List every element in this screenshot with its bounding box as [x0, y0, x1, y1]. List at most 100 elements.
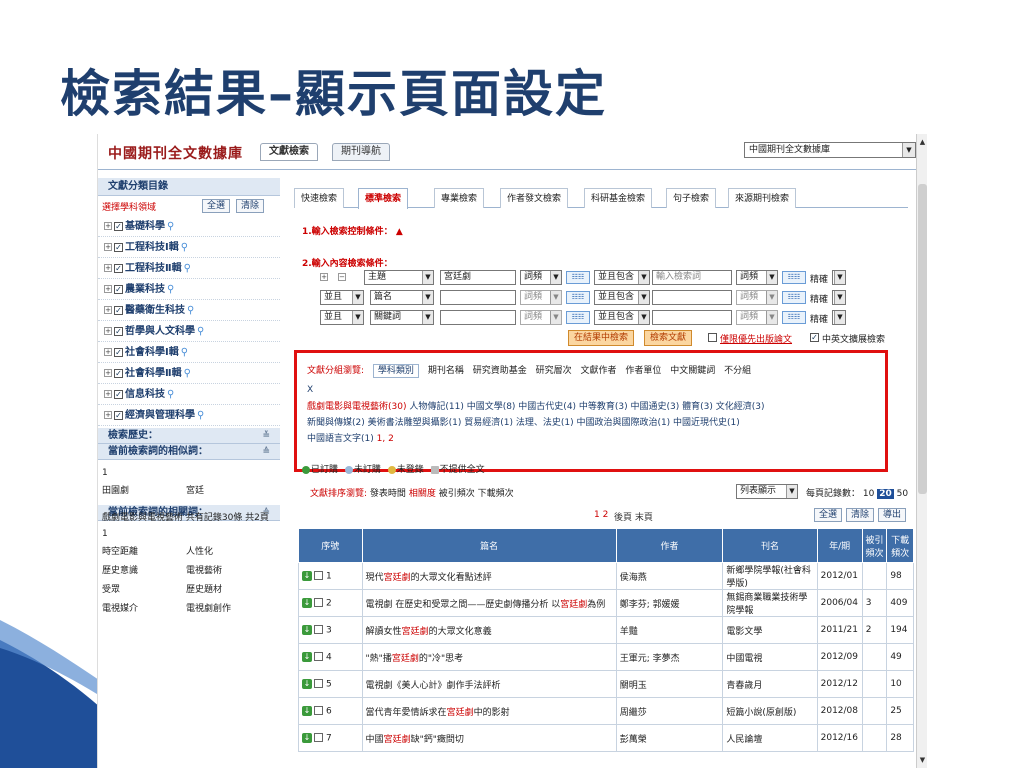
row-index: 3 [326, 625, 332, 636]
select-all-results-button[interactable]: 全選 [814, 508, 843, 522]
export-button[interactable]: 導出 [878, 508, 907, 522]
row-checkbox[interactable] [314, 733, 323, 743]
row-title-cell[interactable]: 現代宮廷劇的大眾文化看點述評 [361, 562, 617, 590]
table-row[interactable]: ↓ 1 現代宮廷劇的大眾文化看點述評 侯海燕 新鄉學院學報(社會科學版) 2012/01 9… [298, 562, 914, 590]
title-text[interactable]: 電視劇《美人心計》劇作手法評析 [366, 681, 501, 691]
title-text[interactable]: 中國 [366, 735, 384, 745]
row-checkbox[interactable] [314, 598, 323, 608]
title-highlight[interactable]: 宮廷劇 [560, 600, 587, 610]
table-row[interactable]: ↓ 7 中國宮廷劇缺"鈣"癥問切 彭萬榮 人民論壇 2012/16 28 [298, 724, 914, 752]
title-highlight[interactable]: 宮廷劇 [384, 573, 411, 583]
row-downloads: 49 [886, 643, 914, 671]
title-text[interactable]: 的大眾文化看點述評 [411, 573, 492, 583]
table-row[interactable]: ↓ 2 電視劇 在歷史和受眾之間——歷史劇傳播分析 以宮廷劇為例 鄭李芬; 郭媛媛 無錫… [298, 589, 914, 617]
row-downloads: 10 [886, 670, 914, 698]
col-title[interactable]: 篇名 [361, 528, 617, 563]
row-title-cell[interactable]: 電視劇《美人心計》劇作手法評析 [361, 670, 617, 698]
row-author[interactable]: 王軍元; 李夢杰 [615, 643, 724, 671]
title-highlight[interactable]: 宮廷劇 [392, 654, 419, 664]
download-icon[interactable]: ↓ [302, 624, 312, 635]
title-highlight[interactable]: 宮廷劇 [402, 627, 429, 637]
title-text[interactable]: "熱"播 [366, 654, 392, 664]
title-highlight[interactable]: 宮廷劇 [447, 708, 474, 718]
download-icon[interactable]: ↓ [302, 732, 312, 743]
row-checkbox[interactable] [314, 625, 323, 635]
row-title-cell[interactable]: 中國宮廷劇缺"鈣"癥問切 [361, 724, 617, 752]
row-checkbox[interactable] [314, 679, 323, 689]
row-journal[interactable]: 新鄉學院學報(社會科學版) [722, 562, 818, 590]
row-journal[interactable]: 短篇小說(原創版) [722, 697, 818, 725]
row-year: 2012/08 [816, 697, 863, 725]
row-author[interactable]: 侯海燕 [615, 562, 724, 590]
col-downloads[interactable]: 下載頻次 [886, 528, 914, 563]
row-index: 7 [326, 733, 332, 744]
row-downloads: 25 [886, 697, 914, 725]
download-icon[interactable]: ↓ [302, 705, 312, 716]
download-icon[interactable]: ↓ [302, 678, 312, 689]
download-icon[interactable]: ↓ [302, 597, 312, 608]
row-index-cell: ↓ 2 [298, 589, 363, 617]
title-text[interactable]: 中的影射 [474, 708, 510, 718]
result-count: 戲劇電影與電視藝術 共有記錄30條 共2頁 [102, 513, 269, 523]
row-title-cell[interactable]: 電視劇 在歷史和受眾之間——歷史劇傳播分析 以宮廷劇為例 [361, 589, 617, 617]
row-author[interactable]: 鄭李芬; 郭媛媛 [615, 589, 724, 617]
col-citations[interactable]: 被引頻次 [861, 528, 888, 563]
scroll-thumb[interactable] [918, 184, 927, 494]
col-year[interactable]: 年/期 [816, 528, 863, 563]
row-journal[interactable]: 人民論壇 [722, 724, 818, 752]
row-year: 2012/09 [816, 643, 863, 671]
row-author[interactable]: 彭萬榮 [615, 724, 724, 752]
row-author[interactable]: 周繼莎 [615, 697, 724, 725]
row-journal[interactable]: 電影文學 [722, 616, 818, 644]
page-next-last[interactable]: 後頁 末頁 [614, 510, 653, 523]
row-title-cell[interactable]: "熱"播宮廷劇的"冷"思考 [361, 643, 617, 671]
row-downloads: 28 [886, 724, 914, 752]
row-journal[interactable]: 中國電視 [722, 643, 818, 671]
title-text[interactable]: 為例 [587, 600, 605, 610]
row-downloads: 98 [886, 562, 914, 590]
row-checkbox[interactable] [314, 571, 323, 581]
row-index-cell: ↓ 6 [298, 697, 363, 725]
results-section: 戲劇電影與電視藝術 共有記錄30條 共2頁 1 2 後頁 末頁 全選 清除 導出… [98, 134, 916, 768]
row-citations [861, 670, 888, 698]
row-year: 2012/12 [816, 670, 863, 698]
row-title-cell[interactable]: 解讀女性宮廷劇的大眾文化意義 [361, 616, 617, 644]
row-journal[interactable]: 青春歲月 [722, 670, 818, 698]
row-year: 2012/16 [816, 724, 863, 752]
row-year: 2012/01 [816, 562, 863, 590]
row-author[interactable]: 關明玉 [615, 670, 724, 698]
title-text[interactable]: 現代 [366, 573, 384, 583]
title-text[interactable]: 的大眾文化意義 [429, 627, 492, 637]
table-row[interactable]: ↓ 3 解讀女性宮廷劇的大眾文化意義 羊豔 電影文學 2011/21 2 194 [298, 616, 914, 644]
row-author[interactable]: 羊豔 [615, 616, 724, 644]
row-journal[interactable]: 無錫商業職業技術學院學報 [722, 589, 818, 617]
title-text[interactable]: 電視劇 在歷史和受眾之間——歷史劇傳播分析 以 [366, 600, 561, 610]
download-icon[interactable]: ↓ [302, 570, 312, 581]
scroll-up-icon[interactable]: ▲ [917, 136, 927, 148]
vertical-scrollbar[interactable]: ▲ ▼ [916, 134, 927, 768]
title-text[interactable]: 的"冷"思考 [419, 654, 463, 664]
title-highlight[interactable]: 宮廷劇 [384, 735, 411, 745]
title-text[interactable]: 解讀女性 [366, 627, 402, 637]
row-index: 5 [326, 679, 332, 690]
row-index: 6 [326, 706, 332, 717]
table-header-row: 序號 篇名 作者 刊名 年/期 被引頻次 下載頻次 [298, 528, 914, 563]
col-journal[interactable]: 刊名 [722, 528, 818, 563]
result-summary: 戲劇電影與電視藝術 共有記錄30條 共2頁 1 2 後頁 末頁 [102, 510, 653, 523]
col-author[interactable]: 作者 [615, 528, 724, 563]
clear-results-button[interactable]: 清除 [846, 508, 875, 522]
row-citations: 3 [861, 589, 888, 617]
row-title-cell[interactable]: 當代青年愛情訴求在宮廷劇中的影射 [361, 697, 617, 725]
table-row[interactable]: ↓ 4 "熱"播宮廷劇的"冷"思考 王軍元; 李夢杰 中國電視 2012/09 49 [298, 643, 914, 671]
page-numbers[interactable]: 1 2 [594, 510, 608, 520]
row-checkbox[interactable] [314, 706, 323, 716]
col-index[interactable]: 序號 [298, 528, 363, 563]
table-row[interactable]: ↓ 6 當代青年愛情訴求在宮廷劇中的影射 周繼莎 短篇小說(原創版) 2012/08 25 [298, 697, 914, 725]
row-checkbox[interactable] [314, 652, 323, 662]
table-row[interactable]: ↓ 5 電視劇《美人心計》劇作手法評析 關明玉 青春歲月 2012/12 10 [298, 670, 914, 698]
download-icon[interactable]: ↓ [302, 651, 312, 662]
title-text[interactable]: 當代青年愛情訴求在 [366, 708, 447, 718]
scroll-down-icon[interactable]: ▼ [917, 754, 927, 766]
title-text[interactable]: 缺"鈣"癥問切 [411, 735, 464, 745]
row-citations [861, 697, 888, 725]
